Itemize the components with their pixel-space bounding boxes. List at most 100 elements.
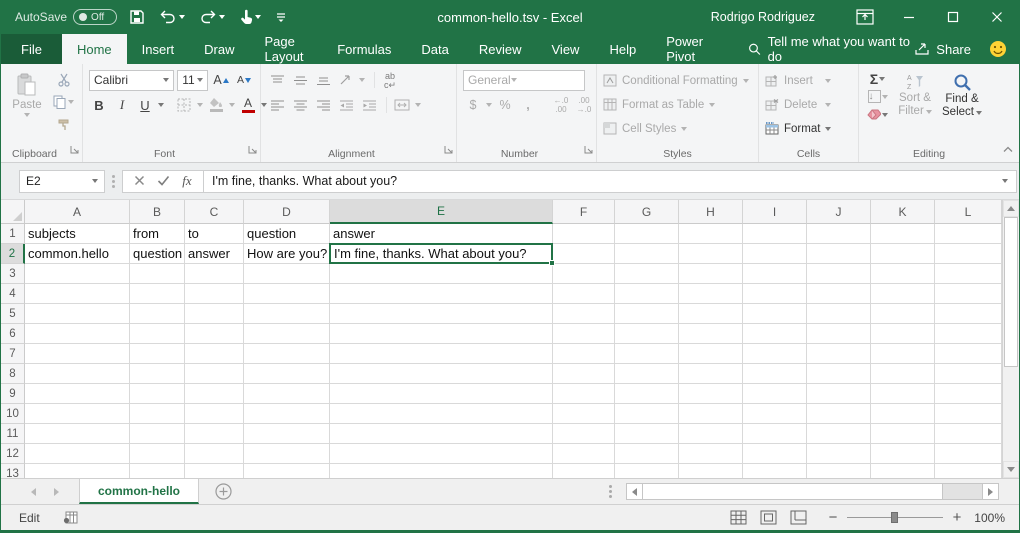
cell-B3[interactable] <box>130 264 185 284</box>
minimize-button[interactable] <box>887 0 931 34</box>
cell-F1[interactable] <box>553 224 615 244</box>
cell-E9[interactable] <box>330 384 553 404</box>
select-all-corner[interactable] <box>1 200 25 224</box>
tab-power-pivot[interactable]: Power Pivot <box>651 34 722 64</box>
cell-L5[interactable] <box>935 304 1002 324</box>
tab-home[interactable]: Home <box>62 34 127 64</box>
decrease-decimal-button[interactable]: .00 →.0 <box>574 95 594 115</box>
cell-I8[interactable] <box>743 364 807 384</box>
fill-handle[interactable] <box>549 260 555 266</box>
cell-H9[interactable] <box>679 384 743 404</box>
macro-recording-button[interactable] <box>63 511 78 524</box>
save-button[interactable] <box>127 7 147 27</box>
top-align-button[interactable] <box>267 70 287 90</box>
cell-K13[interactable] <box>871 464 935 478</box>
cell-F4[interactable] <box>553 284 615 304</box>
cell-J12[interactable] <box>807 444 871 464</box>
scroll-up-button[interactable] <box>1003 200 1019 217</box>
cell-D1[interactable]: question <box>244 224 330 244</box>
cell-B1[interactable]: from <box>130 224 185 244</box>
cell-K4[interactable] <box>871 284 935 304</box>
increase-decimal-button[interactable]: ←.0 .00 <box>551 95 571 115</box>
cell-G1[interactable] <box>615 224 679 244</box>
row-header-10[interactable]: 10 <box>1 404 25 424</box>
fill-button[interactable]: ↓ <box>865 88 890 105</box>
sort-filter-button[interactable]: AZ Sort & Filter <box>894 69 936 145</box>
column-header-A[interactable]: A <box>25 200 130 224</box>
row-header-2[interactable]: 2 <box>1 244 25 264</box>
cell-C12[interactable] <box>185 444 244 464</box>
insert-cells-button[interactable]: Insert <box>765 70 831 91</box>
cell-I6[interactable] <box>743 324 807 344</box>
cell-J6[interactable] <box>807 324 871 344</box>
increase-indent-button[interactable] <box>359 95 379 115</box>
cell-C4[interactable] <box>185 284 244 304</box>
cell-I13[interactable] <box>743 464 807 478</box>
cell-B4[interactable] <box>130 284 185 304</box>
close-button[interactable] <box>975 0 1019 34</box>
cell-C10[interactable] <box>185 404 244 424</box>
cell-F5[interactable] <box>553 304 615 324</box>
cell-C6[interactable] <box>185 324 244 344</box>
middle-align-button[interactable] <box>290 70 310 90</box>
fill-color-button[interactable] <box>206 95 226 115</box>
cell-K6[interactable] <box>871 324 935 344</box>
bottom-align-button[interactable] <box>313 70 333 90</box>
cell-G4[interactable] <box>615 284 679 304</box>
cell-L13[interactable] <box>935 464 1002 478</box>
user-name[interactable]: Rodrigo Rodriguez <box>711 10 815 24</box>
find-select-button[interactable]: Find & Select <box>940 69 984 145</box>
cell-I11[interactable] <box>743 424 807 444</box>
previous-sheet-button[interactable] <box>31 488 36 496</box>
cell-L12[interactable] <box>935 444 1002 464</box>
expand-formula-bar[interactable] <box>1002 179 1008 183</box>
tab-page-layout[interactable]: Page Layout <box>250 34 323 64</box>
cell-H12[interactable] <box>679 444 743 464</box>
column-header-C[interactable]: C <box>185 200 244 224</box>
collapse-ribbon-button[interactable] <box>1003 140 1013 158</box>
cell-D7[interactable] <box>244 344 330 364</box>
cell-H6[interactable] <box>679 324 743 344</box>
formula-input[interactable]: I'm fine, thanks. What about you? <box>204 170 1017 193</box>
cell-I12[interactable] <box>743 444 807 464</box>
cell-F12[interactable] <box>553 444 615 464</box>
cell-L7[interactable] <box>935 344 1002 364</box>
autosave-pill[interactable]: Off <box>73 9 117 25</box>
zoom-in-button[interactable]: + <box>951 513 963 523</box>
cell-H5[interactable] <box>679 304 743 324</box>
ribbon-display-options-button[interactable] <box>843 0 887 34</box>
cell-C7[interactable] <box>185 344 244 364</box>
cell-J9[interactable] <box>807 384 871 404</box>
cell-D9[interactable] <box>244 384 330 404</box>
cell-H8[interactable] <box>679 364 743 384</box>
cell-A12[interactable] <box>25 444 130 464</box>
row-header-4[interactable]: 4 <box>1 284 25 304</box>
cell-I5[interactable] <box>743 304 807 324</box>
cell-C8[interactable] <box>185 364 244 384</box>
column-header-F[interactable]: F <box>553 200 615 224</box>
wrap-text-button[interactable]: ab c↵ <box>380 70 400 90</box>
cell-F2[interactable] <box>553 244 615 264</box>
cell-C2[interactable]: answer <box>185 244 244 264</box>
horizontal-scroll-thumb[interactable] <box>643 483 943 500</box>
row-header-5[interactable]: 5 <box>1 304 25 324</box>
cell-E5[interactable] <box>330 304 553 324</box>
touch-mode-dropdown[interactable] <box>255 15 261 19</box>
sheet-tab-active[interactable]: common-hello <box>79 479 199 504</box>
cell-K7[interactable] <box>871 344 935 364</box>
column-header-I[interactable]: I <box>743 200 807 224</box>
feedback-smiley-icon[interactable] <box>989 40 1007 58</box>
maximize-button[interactable] <box>931 0 975 34</box>
cell-D2[interactable]: How are you? <box>244 244 330 264</box>
normal-view-button[interactable] <box>723 507 753 529</box>
format-painter-button[interactable] <box>51 114 76 134</box>
align-center-button[interactable] <box>290 95 310 115</box>
cell-D10[interactable] <box>244 404 330 424</box>
cell-G7[interactable] <box>615 344 679 364</box>
cell-E7[interactable] <box>330 344 553 364</box>
cell-L3[interactable] <box>935 264 1002 284</box>
enter-entry-button[interactable] <box>151 174 175 189</box>
merge-center-dropdown[interactable] <box>415 103 421 107</box>
cell-G6[interactable] <box>615 324 679 344</box>
next-sheet-button[interactable] <box>54 488 59 496</box>
